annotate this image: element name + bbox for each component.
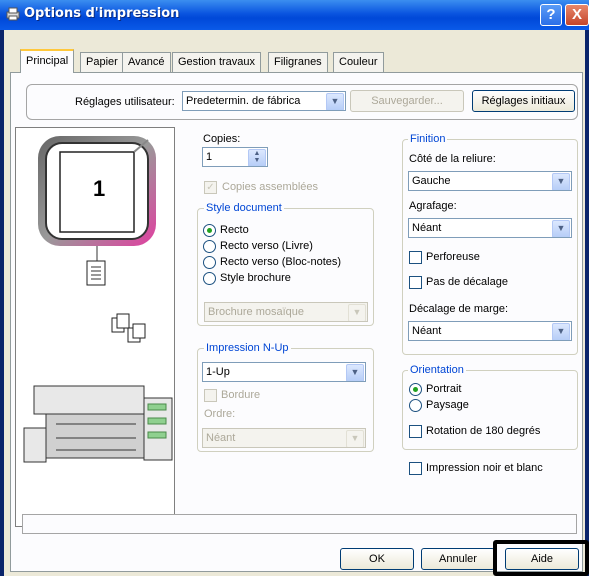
punch-label: Perforeuse	[426, 251, 480, 263]
radio-portrait-label: Portrait	[426, 383, 462, 395]
binding-value: Gauche	[412, 175, 451, 187]
radio-style-brochure-label: Style brochure	[220, 272, 291, 284]
radio-recto-label: Recto	[220, 224, 249, 236]
user-settings-value: Predetermin. de fábrica	[186, 95, 301, 107]
radio-recto-verso-livre[interactable]	[203, 240, 216, 253]
document-style-legend: Style document	[204, 202, 284, 214]
black-white-checkbox[interactable]	[409, 462, 422, 475]
radio-recto-verso-livre-label: Recto verso (Livre)	[220, 240, 313, 252]
copies-value: 1	[206, 151, 213, 163]
preview-page-number: 1	[93, 176, 106, 201]
title-bar[interactable]: Options d'impression ? X	[0, 0, 589, 30]
nup-value: 1-Up	[206, 366, 230, 378]
radio-paysage-label: Paysage	[426, 399, 469, 411]
black-white-label: Impression noir et blanc	[426, 462, 543, 474]
order-value: Néant	[206, 432, 236, 444]
border-checkbox[interactable]	[204, 389, 217, 402]
collate-checkbox[interactable]: ✓	[204, 181, 217, 194]
brochure-select[interactable]: Brochure mosaïque ▼	[204, 302, 368, 322]
radio-recto-verso-bloc-label: Recto verso (Bloc-notes)	[220, 256, 342, 268]
user-settings-label: Réglages utilisateur:	[75, 96, 175, 108]
finishing-legend: Finition	[408, 133, 448, 145]
nup-select[interactable]: 1-Up ▼	[202, 362, 366, 382]
chevron-down-icon: ▼	[552, 323, 570, 340]
highlight-frame	[493, 540, 589, 576]
punch-checkbox[interactable]	[409, 251, 422, 264]
window-title: Options d'impression	[24, 6, 180, 21]
radio-recto-verso-bloc[interactable]	[203, 256, 216, 269]
copies-stepper[interactable]: 1 ▲ ▼	[202, 147, 268, 167]
margin-label: Décalage de marge:	[409, 303, 509, 315]
chevron-down-icon: ▼	[346, 430, 364, 447]
tab-principal[interactable]: Principal	[20, 49, 75, 73]
copies-label: Copies:	[203, 133, 241, 145]
print-preview-pane: 1	[15, 127, 175, 527]
binding-select[interactable]: Gauche ▼	[408, 171, 572, 191]
staple-select[interactable]: Néant ▼	[408, 218, 572, 238]
tab-filigranes[interactable]: Filigranes	[268, 52, 328, 72]
tab-avance[interactable]: Avancé	[122, 52, 171, 72]
tab-papier[interactable]: Papier	[80, 52, 124, 72]
staple-value: Néant	[412, 222, 442, 234]
chevron-down-icon: ▼	[348, 304, 366, 321]
binding-label: Côté de la reliure:	[409, 153, 496, 165]
collate-label: Copies assemblées	[222, 181, 318, 193]
order-label: Ordre:	[204, 408, 236, 420]
tab-couleur[interactable]: Couleur	[333, 52, 384, 72]
status-bar	[22, 514, 577, 534]
tab-gestion-travaux[interactable]: Gestion travaux	[172, 52, 262, 72]
orientation-legend: Orientation	[408, 364, 466, 376]
ok-button[interactable]: OK	[340, 548, 414, 570]
nup-legend: Impression N-Up	[204, 342, 291, 354]
brochure-value: Brochure mosaïque	[208, 306, 304, 318]
cancel-button[interactable]: Annuler	[421, 548, 495, 570]
rotate-180-checkbox[interactable]	[409, 425, 422, 438]
border-label: Bordure	[221, 389, 261, 401]
spin-arrows-icon: ▲ ▼	[248, 149, 266, 166]
chevron-down-icon: ▼	[346, 364, 364, 381]
help-title-button[interactable]: ?	[540, 4, 562, 26]
user-settings-select[interactable]: Predetermin. de fábrica ▼	[182, 91, 346, 111]
radio-paysage[interactable]	[409, 399, 422, 412]
chevron-down-icon: ▼	[552, 220, 570, 237]
margin-value: Néant	[412, 325, 442, 337]
order-select[interactable]: Néant ▼	[202, 428, 366, 448]
chevron-down-icon: ▼	[552, 173, 570, 190]
staple-label: Agrafage:	[409, 200, 457, 212]
margin-select[interactable]: Néant ▼	[408, 321, 572, 341]
chevron-down-icon: ▼	[326, 93, 344, 110]
radio-portrait[interactable]	[409, 383, 422, 396]
no-offset-label: Pas de décalage	[426, 276, 508, 288]
no-offset-checkbox[interactable]	[409, 276, 422, 289]
close-button[interactable]: X	[565, 4, 589, 26]
printer-icon	[6, 7, 20, 21]
initial-settings-button[interactable]: Réglages initiaux	[472, 90, 575, 112]
save-settings-button[interactable]: Sauvegarder...	[350, 90, 464, 112]
radio-style-brochure[interactable]	[203, 272, 216, 285]
rotate-180-label: Rotation de 180 degrés	[426, 425, 541, 437]
radio-recto[interactable]	[203, 224, 216, 237]
